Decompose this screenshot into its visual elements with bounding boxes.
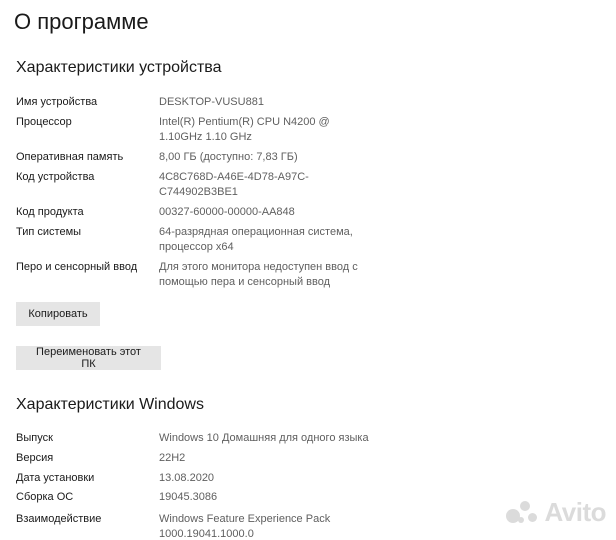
spec-value: 8,00 ГБ (доступно: 7,83 ГБ) — [159, 151, 298, 163]
spec-label: Дата установки — [16, 472, 95, 484]
spec-value: 4C8C768D-A46E-4D78-A97C-C744902B3BE1 — [159, 171, 309, 198]
spec-label: Процессор — [16, 116, 72, 128]
device-specs-heading: Характеристики устройства — [16, 59, 222, 76]
spec-value: 19045.3086 — [159, 491, 218, 503]
spec-value: DESKTOP-VUSU881 — [159, 96, 264, 108]
rename-pc-button[interactable]: Переименовать этот ПК — [16, 346, 161, 370]
spec-value: Windows 10 Домашняя для одного языка — [159, 432, 369, 444]
spec-label: Сборка ОС — [16, 491, 74, 503]
spec-label: Тип системы — [16, 226, 82, 238]
spec-label: Выпуск — [16, 432, 53, 444]
windows-specs-heading: Характеристики Windows — [16, 396, 204, 413]
about-page: О программе Характеристики устройства Им… — [0, 0, 616, 540]
spec-value: Для этого монитора недоступен ввод с пом… — [159, 261, 358, 288]
avito-watermark: Avito — [506, 497, 606, 528]
spec-label: Код устройства — [16, 171, 95, 183]
spec-value: Windows Feature Experience Pack 1000.190… — [159, 513, 331, 540]
spec-value: Intel(R) Pentium(R) CPU N4200 @ 1.10GHz … — [159, 116, 330, 143]
spec-value: 22H2 — [159, 452, 186, 464]
spec-label: Перо и сенсорный ввод — [16, 261, 138, 273]
page-title: О программе — [14, 9, 149, 34]
spec-label: Оперативная память — [16, 151, 124, 163]
spec-value: 13.08.2020 — [159, 472, 215, 484]
spec-label: Имя устройства — [16, 96, 98, 108]
spec-value: 64-разрядная операционная система, проце… — [159, 226, 353, 253]
copy-button[interactable]: Копировать — [16, 302, 100, 326]
watermark-text: Avito — [544, 497, 606, 527]
spec-label: Код продукта — [16, 206, 84, 218]
spec-value: 00327-60000-00000-AA848 — [159, 206, 295, 218]
avito-logo-icon — [506, 500, 540, 525]
spec-label: Версия — [16, 452, 54, 464]
spec-label: Взаимодействие — [16, 513, 102, 525]
